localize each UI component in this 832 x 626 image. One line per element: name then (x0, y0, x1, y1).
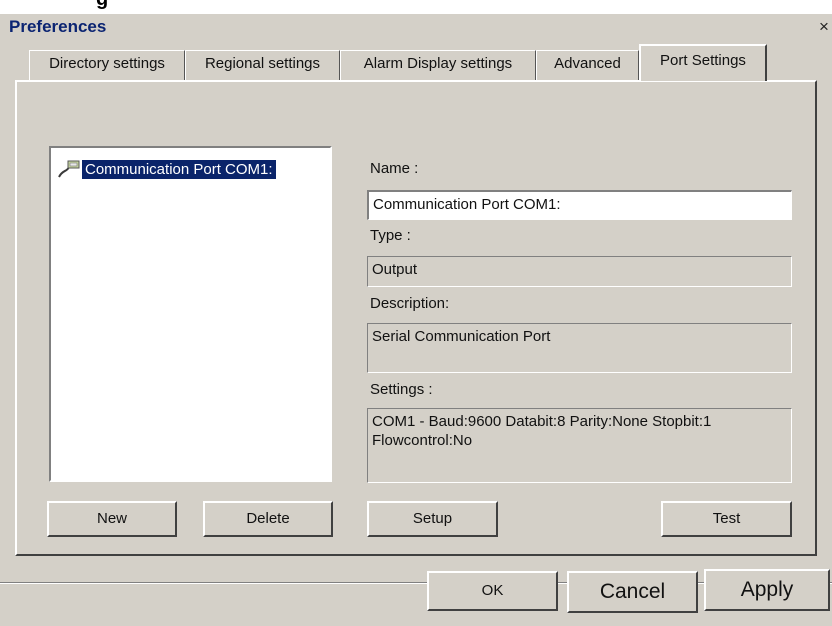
type-field: Output (367, 256, 792, 287)
cancel-button[interactable]: Cancel (567, 571, 698, 613)
close-button[interactable]: × (816, 17, 832, 37)
type-label: Type : (370, 227, 411, 244)
serial-port-icon (58, 160, 80, 178)
tab-alarm-display-settings[interactable]: Alarm Display settings (340, 50, 536, 80)
clipped-heading-text: g (96, 0, 108, 11)
list-item-label: Communication Port COM1: (82, 159, 276, 179)
delete-button[interactable]: Delete (203, 501, 333, 537)
port-list[interactable]: Communication Port COM1: (49, 146, 332, 482)
ok-button[interactable]: OK (427, 571, 558, 611)
title-bar: Preferences × (0, 14, 832, 42)
name-field[interactable]: Communication Port COM1: (367, 190, 792, 220)
tab-regional-settings[interactable]: Regional settings (185, 50, 340, 80)
list-item[interactable]: Communication Port COM1: (57, 159, 276, 179)
tab-advanced[interactable]: Advanced (536, 50, 639, 80)
description-field: Serial Communication Port (367, 323, 792, 373)
clipped-heading-fragment: g (0, 0, 832, 14)
settings-field: COM1 - Baud:9600 Databit:8 Parity:None S… (367, 408, 792, 483)
window-title: Preferences (9, 17, 107, 36)
tab-directory-settings[interactable]: Directory settings (29, 50, 185, 80)
apply-button[interactable]: Apply (704, 569, 830, 611)
new-button[interactable]: New (47, 501, 177, 537)
description-label: Description: (370, 295, 450, 312)
tab-port-settings[interactable]: Port Settings (639, 44, 767, 81)
settings-label: Settings : (370, 381, 433, 398)
name-label: Name : (370, 160, 419, 177)
test-button[interactable]: Test (661, 501, 792, 537)
setup-button[interactable]: Setup (367, 501, 498, 537)
